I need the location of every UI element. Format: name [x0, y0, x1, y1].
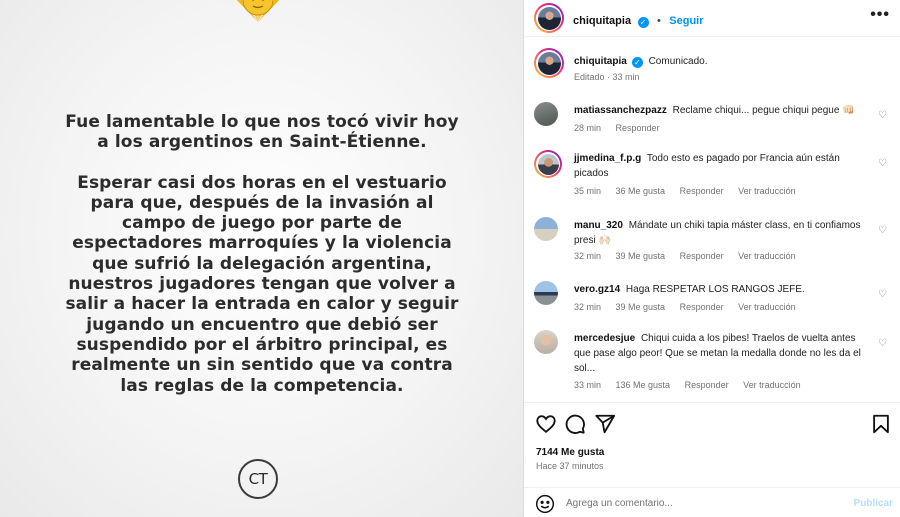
- reply-button[interactable]: Responder: [685, 380, 729, 390]
- author-username[interactable]: chiquitapia: [573, 15, 631, 27]
- more-options-icon[interactable]: •••: [870, 6, 890, 24]
- comment-likes[interactable]: 136 Me gusta: [616, 380, 671, 390]
- post-actions: 7144 Me gusta Hace 37 minutos Agrega un …: [524, 402, 900, 517]
- caption-meta: Editado · 33 min: [574, 72, 640, 82]
- post-image[interactable]: Fue lamentable lo que nos tocó vivir hoy…: [0, 0, 523, 517]
- comment-username[interactable]: matiassanchezpazz: [574, 105, 667, 116]
- statement-text: Fue lamentable lo que nos tocó vivir hoy…: [60, 112, 464, 396]
- comment-input[interactable]: Agrega un comentario...: [566, 498, 673, 509]
- comment-meta: 32 min 39 Me gusta Responder Ver traducc…: [574, 302, 808, 312]
- comment-meta: 32 min 39 Me gusta Responder Ver traducc…: [574, 251, 808, 261]
- commenter-avatar[interactable]: [534, 281, 558, 305]
- post-side-panel: chiquitapia ✓ • Seguir ••• chiquitapia ✓ …: [523, 0, 900, 517]
- comment-time: 32 min: [574, 251, 602, 261]
- post-comment-button[interactable]: Publicar: [854, 498, 893, 509]
- save-bookmark-icon[interactable]: [870, 413, 892, 435]
- comment-meta: 35 min 36 Me gusta Responder Ver traducc…: [574, 186, 808, 196]
- see-translation-button[interactable]: Ver traducción: [743, 380, 801, 390]
- comment-username[interactable]: manu_320: [574, 220, 623, 231]
- like-comment-heart-icon[interactable]: ♡: [878, 110, 888, 121]
- see-translation-button[interactable]: Ver traducción: [738, 251, 796, 261]
- comment-text: Haga RESPETAR LOS RANGOS JEFE.: [625, 284, 805, 295]
- like-comment-heart-icon[interactable]: ♡: [878, 338, 888, 349]
- separator-dot: •: [656, 15, 661, 27]
- comment-username[interactable]: jjmedina_f.p.g: [574, 153, 641, 164]
- comment-bubble-icon[interactable]: [564, 413, 586, 435]
- ct-logo: CT: [238, 459, 278, 499]
- commenter-avatar[interactable]: [534, 217, 558, 241]
- post-time-ago: Hace 37 minutos: [536, 461, 604, 471]
- like-comment-heart-icon[interactable]: ♡: [878, 158, 888, 169]
- post-header: chiquitapia ✓ • Seguir •••: [524, 0, 900, 37]
- verified-badge-icon: ✓: [631, 57, 643, 68]
- reply-button[interactable]: Responder: [680, 302, 724, 312]
- comment-time: 32 min: [574, 302, 602, 312]
- emoji-smile-icon[interactable]: [535, 494, 555, 514]
- instagram-post-view: Fue lamentable lo que nos tocó vivir hoy…: [0, 0, 900, 517]
- statement-paragraph-2: Esperar casi dos horas en el vestuario p…: [65, 172, 459, 396]
- comment-username[interactable]: vero.gz14: [574, 284, 620, 295]
- comment-time: 35 min: [574, 186, 602, 196]
- commenter-avatar[interactable]: [534, 150, 562, 178]
- sun-of-may-icon: [236, 0, 280, 22]
- comment-likes[interactable]: 36 Me gusta: [616, 186, 666, 196]
- statement-paragraph-1: Fue lamentable lo que nos tocó vivir hoy…: [65, 112, 459, 153]
- like-comment-heart-icon[interactable]: ♡: [878, 225, 888, 236]
- commenter-avatar[interactable]: [534, 330, 558, 354]
- commenter-avatar[interactable]: [534, 102, 558, 126]
- comment-text: Reclame chiqui... pegue chiqui pegue 👊🏻: [672, 105, 855, 116]
- comment-time: 28 min: [574, 123, 602, 133]
- reply-button[interactable]: Responder: [680, 186, 724, 196]
- comment-username[interactable]: mercedesjue: [574, 333, 635, 344]
- caption-avatar[interactable]: [534, 48, 564, 78]
- see-translation-button[interactable]: Ver traducción: [738, 302, 796, 312]
- comment-likes[interactable]: 39 Me gusta: [616, 302, 666, 312]
- author-avatar[interactable]: [534, 3, 564, 33]
- likes-count[interactable]: 7144 Me gusta: [536, 447, 604, 458]
- like-heart-icon[interactable]: [535, 413, 557, 435]
- follow-button[interactable]: Seguir: [669, 15, 703, 27]
- caption-username[interactable]: chiquitapia: [574, 56, 627, 67]
- like-comment-heart-icon[interactable]: ♡: [878, 289, 888, 300]
- share-send-icon[interactable]: [594, 413, 616, 435]
- verified-badge-icon: ✓: [637, 17, 649, 28]
- comments-list[interactable]: chiquitapia ✓ Comunicado. Editado · 33 mi…: [524, 38, 900, 402]
- comment-composer: Agrega un comentario... Publicar: [524, 487, 900, 517]
- comment-time: 33 min: [574, 380, 602, 390]
- comment-meta: 28 min Responder: [574, 123, 672, 133]
- see-translation-button[interactable]: Ver traducción: [738, 186, 796, 196]
- reply-button[interactable]: Responder: [680, 251, 724, 261]
- caption-text: Comunicado.: [648, 56, 708, 67]
- comment-likes[interactable]: 39 Me gusta: [616, 251, 666, 261]
- comment-meta: 33 min 136 Me gusta Responder Ver traduc…: [574, 380, 813, 390]
- reply-button[interactable]: Responder: [616, 123, 660, 133]
